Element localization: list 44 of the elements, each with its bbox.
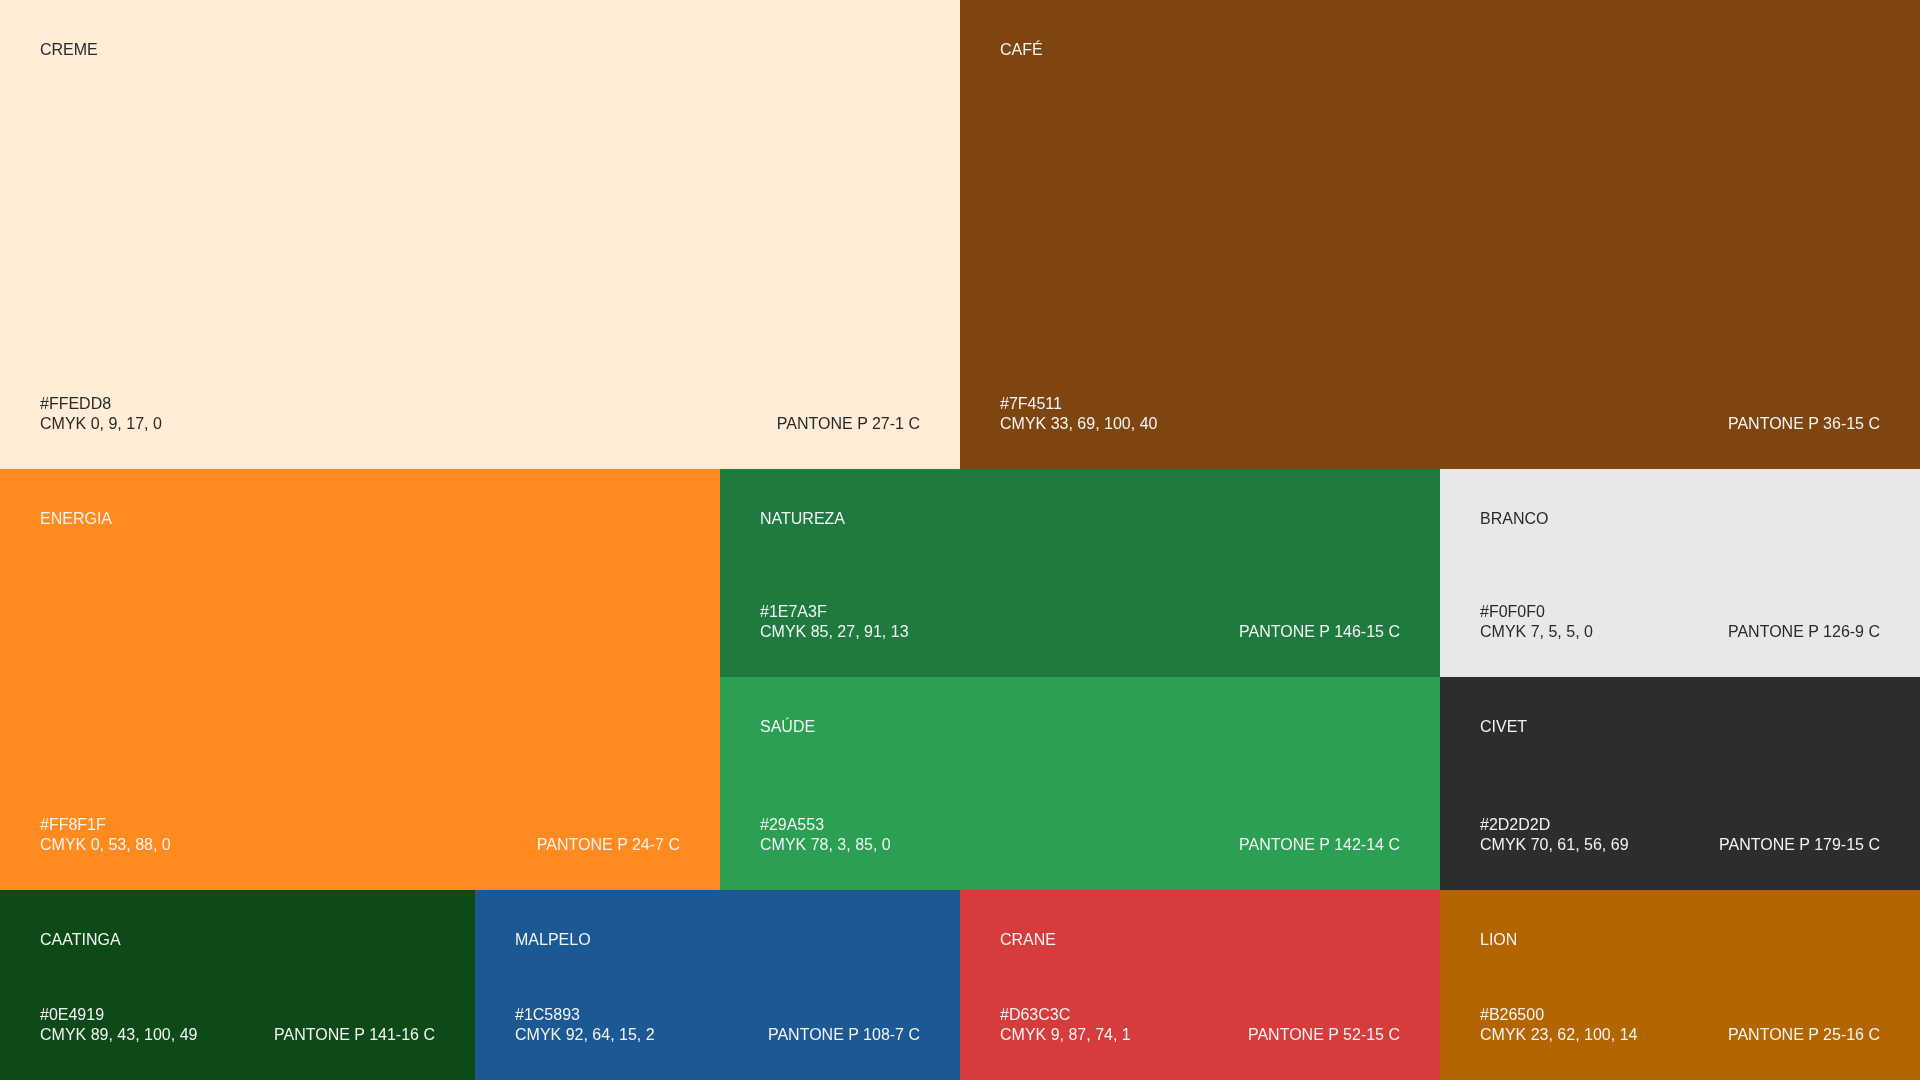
hex-code: #0E4919 <box>40 1005 106 1024</box>
cmyk-values: CMYK 78, 3, 85, 0 <box>760 835 891 854</box>
cmyk-values: CMYK 23, 62, 100, 14 <box>1480 1025 1638 1044</box>
hex-code: #FFEDD8 <box>40 394 113 413</box>
pantone-code: PANTONE P 126-9 C <box>1727 622 1880 641</box>
color-name: CAATINGA <box>40 930 122 950</box>
hex-code: #1E7A3F <box>760 602 828 621</box>
hex-code: #7F4511 <box>1000 394 1063 413</box>
hex-code: #FF8F1F <box>40 815 107 834</box>
pantone-code: PANTONE P 179-15 C <box>1719 835 1880 854</box>
cmyk-values: CMYK 92, 64, 15, 2 <box>515 1025 655 1044</box>
pantone-code: PANTONE P 36-15 C <box>1727 414 1880 433</box>
color-name: LION <box>1480 930 1519 950</box>
cmyk-values: CMYK 85, 27, 91, 13 <box>760 622 909 641</box>
color-name: CAFÉ <box>1000 40 1044 60</box>
hex-code: #D63C3C <box>1000 1005 1072 1024</box>
pantone-code: PANTONE P 142-14 C <box>1239 835 1400 854</box>
color-name: NATUREZA <box>760 509 847 529</box>
pantone-code: PANTONE P 141-16 C <box>274 1025 435 1044</box>
hex-code: #B26500 <box>1480 1005 1546 1024</box>
cmyk-values: CMYK 70, 61, 56, 69 <box>1480 835 1629 854</box>
color-name: BRANCO <box>1480 509 1550 529</box>
cmyk-values: CMYK 0, 9, 17, 0 <box>40 414 162 433</box>
hex-code: #F0F0F0 <box>1480 602 1546 621</box>
pantone-code: PANTONE P 24-7 C <box>536 835 680 854</box>
color-name: CREME <box>40 40 99 60</box>
hex-code: #1C5893 <box>515 1005 581 1024</box>
pantone-code: PANTONE P 27-1 C <box>776 414 920 433</box>
color-name: CRANE <box>1000 930 1057 950</box>
color-name: ENERGIA <box>40 509 113 529</box>
hex-code: #29A553 <box>760 815 826 834</box>
cmyk-values: CMYK 7, 5, 5, 0 <box>1480 622 1593 641</box>
color-name: MALPELO <box>515 930 592 950</box>
pantone-code: PANTONE P 146-15 C <box>1239 622 1400 641</box>
cmyk-values: CMYK 0, 53, 88, 0 <box>40 835 171 854</box>
pantone-code: PANTONE P 25-16 C <box>1727 1025 1880 1044</box>
cmyk-values: CMYK 33, 69, 100, 40 <box>1000 414 1158 433</box>
cmyk-values: CMYK 89, 43, 100, 49 <box>40 1025 198 1044</box>
color-name: CIVET <box>1480 717 1529 737</box>
pantone-code: PANTONE P 108-7 C <box>767 1025 920 1044</box>
hex-code: #2D2D2D <box>1480 815 1552 834</box>
color-name: SAÚDE <box>760 717 817 737</box>
cmyk-values: CMYK 9, 87, 74, 1 <box>1000 1025 1131 1044</box>
pantone-code: PANTONE P 52-15 C <box>1247 1025 1400 1044</box>
